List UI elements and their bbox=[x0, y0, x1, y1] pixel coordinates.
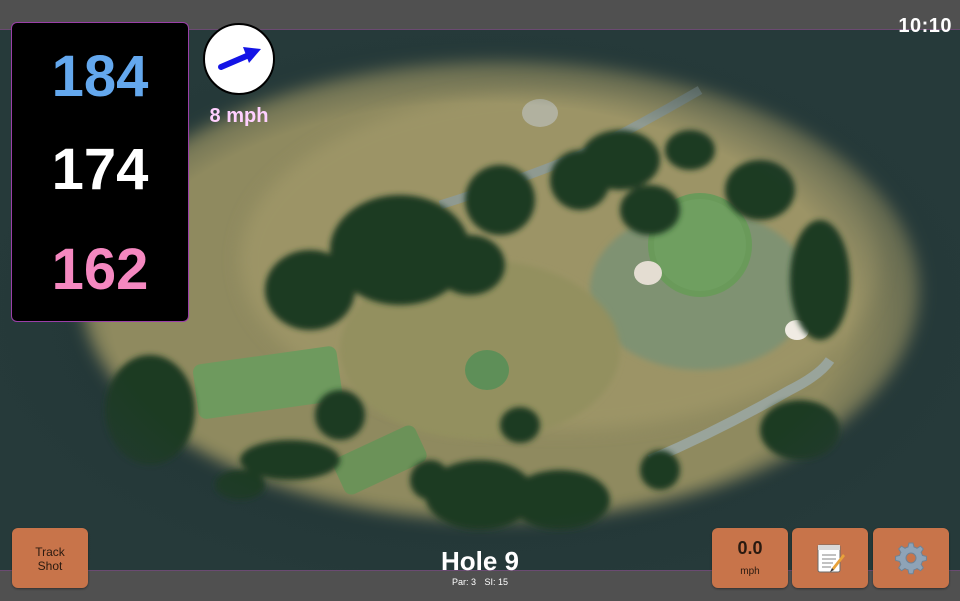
gear-icon bbox=[895, 542, 927, 575]
middle-yardage: 174 bbox=[51, 137, 149, 202]
speed-button[interactable]: 0.0 mph bbox=[712, 528, 788, 588]
hole-par: Par: 3 bbox=[451, 577, 476, 587]
hole-title: Hole 9 bbox=[440, 546, 520, 576]
back-yardage: 184 bbox=[51, 44, 149, 109]
wind-speed: 8 mph bbox=[209, 105, 269, 127]
front-yardage: 162 bbox=[51, 237, 149, 302]
speed-unit: mph bbox=[740, 566, 760, 577]
arrow-east-northeast-icon bbox=[218, 47, 261, 70]
track-shot-label-line2: Shot bbox=[37, 559, 63, 573]
yardage-panel: 184 174 162 bbox=[11, 22, 189, 322]
track-shot-label-line1: Track bbox=[35, 545, 65, 559]
speed-value: 0.0 bbox=[737, 538, 763, 558]
hole-stroke-index: SI: 15 bbox=[484, 577, 509, 587]
wind-indicator bbox=[203, 23, 275, 95]
hole-meta: Par: 3 SI: 15 bbox=[400, 577, 560, 587]
track-shot-button[interactable]: Track Shot bbox=[12, 528, 88, 588]
clock: 10:10 bbox=[898, 15, 952, 37]
notepad-icon bbox=[817, 544, 845, 573]
notes-button[interactable] bbox=[792, 528, 868, 588]
settings-button[interactable] bbox=[873, 528, 949, 588]
